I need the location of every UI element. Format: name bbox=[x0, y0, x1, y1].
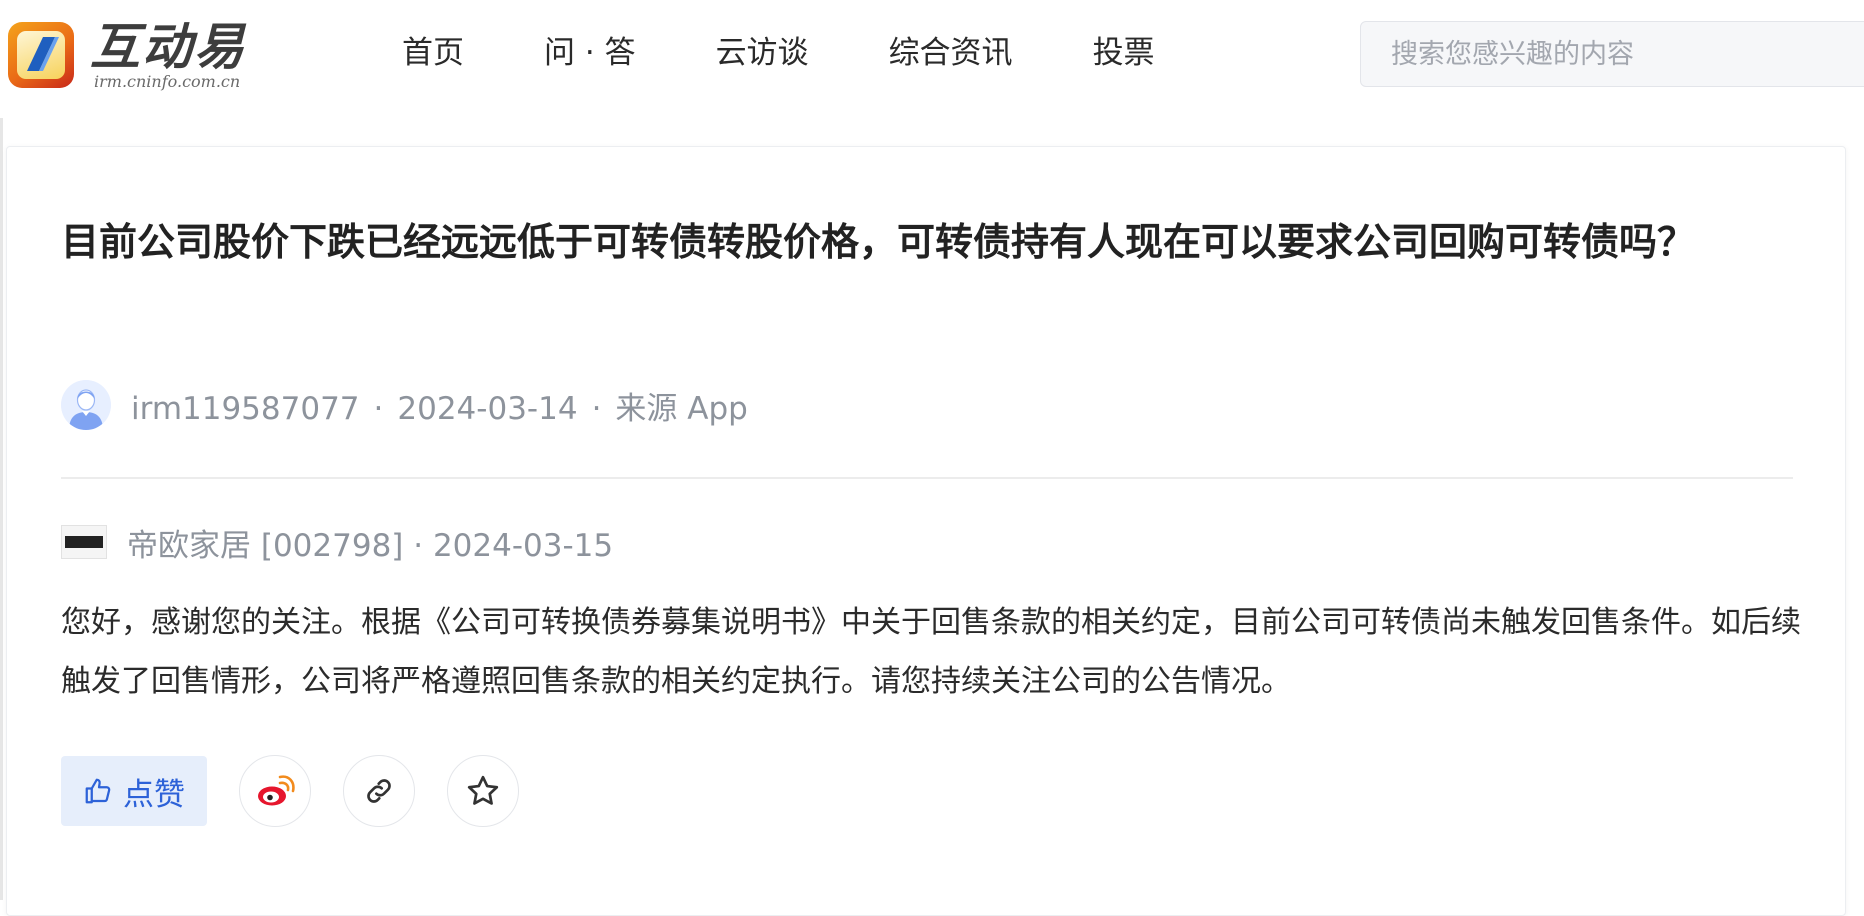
company-info: 帝欧家居 [002798] · 2024-03-15 bbox=[127, 520, 613, 565]
nav-item-qa[interactable]: 问 · 答 bbox=[544, 30, 636, 76]
page-left-border bbox=[0, 0, 3, 900]
search-box bbox=[1360, 21, 1864, 87]
meta-separator: · bbox=[591, 390, 602, 427]
copy-link-button[interactable] bbox=[343, 755, 415, 827]
section-divider bbox=[61, 477, 1793, 479]
logo-badge-icon bbox=[8, 22, 74, 88]
answer-body: 您好，感谢您的关注。根据《公司可转换债券募集说明书》中关于回售条款的相关约定，目… bbox=[61, 605, 1801, 699]
like-label: 点赞 bbox=[123, 776, 185, 813]
qa-card: 目前公司股价下跌已经远远低于可转债转股价格，可转债持有人现在可以要求公司回购可转… bbox=[6, 146, 1846, 916]
meta-separator: · bbox=[403, 527, 433, 564]
share-weibo-button[interactable] bbox=[239, 755, 311, 827]
nav-item-cloud-interview[interactable]: 云访谈 bbox=[716, 30, 809, 76]
meta-separator: · bbox=[373, 390, 384, 427]
main-nav: 首页 问 · 答 云访谈 综合资讯 投票 bbox=[402, 30, 1155, 76]
company-logo-icon[interactable] bbox=[61, 525, 107, 559]
answer-date: 2024-03-15 bbox=[432, 527, 614, 564]
asker-info: irm119587077 · 2024-03-14 · 来源 App bbox=[131, 383, 748, 428]
like-button[interactable]: 点赞 bbox=[61, 756, 207, 826]
question-date: 2024-03-14 bbox=[397, 390, 578, 427]
nav-item-news[interactable]: 综合资讯 bbox=[889, 30, 1013, 76]
asker-meta: irm119587077 · 2024-03-14 · 来源 App bbox=[61, 379, 748, 431]
favorite-button[interactable] bbox=[447, 755, 519, 827]
star-icon bbox=[467, 775, 499, 805]
nav-item-home[interactable]: 首页 bbox=[402, 30, 464, 76]
user-avatar-icon[interactable] bbox=[61, 380, 111, 430]
logo-wordmark: 互动易 bbox=[90, 18, 246, 76]
site-logo[interactable]: 互动易 irm.cninfo.com.cn bbox=[8, 20, 248, 92]
company-name[interactable]: 帝欧家居 [002798] bbox=[127, 528, 403, 564]
logo-url: irm.cninfo.com.cn bbox=[94, 72, 241, 91]
search-input[interactable] bbox=[1391, 22, 1861, 86]
asker-name[interactable]: irm119587077 bbox=[131, 391, 360, 427]
weibo-icon bbox=[258, 775, 295, 806]
question-title: 目前公司股价下跌已经远远低于可转债转股价格，可转债持有人现在可以要求公司回购可转… bbox=[61, 220, 1696, 264]
question-source: 来源 App bbox=[615, 390, 748, 427]
action-bar: 点赞 bbox=[61, 755, 519, 827]
site-header: 互动易 irm.cninfo.com.cn 首页 问 · 答 云访谈 综合资讯 … bbox=[0, 0, 1864, 118]
nav-item-vote[interactable]: 投票 bbox=[1093, 30, 1155, 76]
link-icon bbox=[367, 779, 391, 803]
thumbs-up-icon bbox=[85, 778, 111, 804]
answer-meta: 帝欧家居 [002798] · 2024-03-15 bbox=[61, 517, 613, 567]
